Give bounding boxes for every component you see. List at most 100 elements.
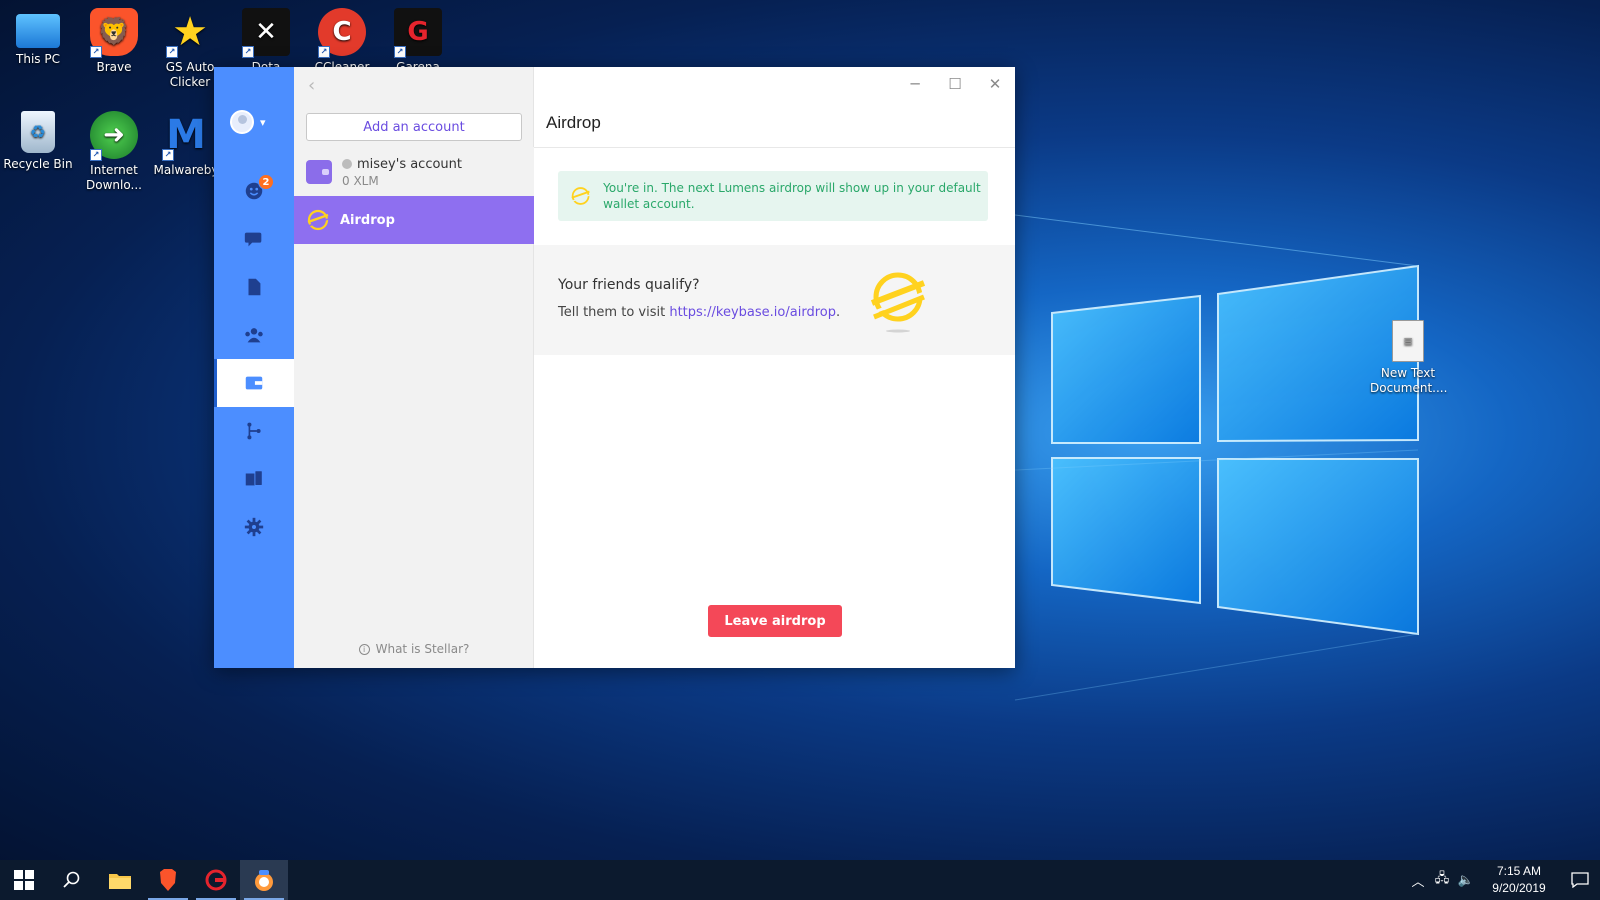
wallet-accounts-panel: ‹ Add an account misey's account 0 XLM A…	[294, 67, 534, 668]
airdrop-status-notice: You're in. The next Lumens airdrop will …	[558, 171, 988, 221]
taskbar-brave[interactable]	[144, 860, 192, 900]
nav-git[interactable]	[214, 407, 294, 455]
account-balance: 0 XLM	[342, 173, 379, 188]
account-name: misey's account	[357, 156, 463, 172]
desktop-icon-label: Malwareby	[153, 163, 219, 177]
keybase-window: ▾ 2 ‹ Add an account misey's account 0 X…	[214, 67, 1015, 668]
download-manager-icon: ➜ ↗	[90, 111, 138, 161]
text-document-icon: ≡	[1392, 320, 1424, 362]
maximize-button[interactable]: ☐	[935, 67, 975, 101]
nav-people[interactable]: 2	[214, 167, 294, 215]
taskbar-keybase[interactable]	[240, 860, 288, 900]
what-is-stellar-label: What is Stellar?	[375, 642, 470, 656]
notification-badge: 2	[258, 174, 274, 190]
start-button[interactable]	[0, 860, 48, 900]
shortcut-arrow-icon: ↗	[394, 46, 406, 58]
nav-wallet[interactable]	[214, 359, 294, 407]
what-is-stellar-link[interactable]: i What is Stellar?	[294, 642, 534, 656]
gear-icon	[244, 517, 264, 537]
notice-text: You're in. The next Lumens airdrop will …	[603, 181, 981, 211]
star-icon: ★ ↗	[166, 8, 214, 58]
chevron-up-icon[interactable]: ︿	[1406, 860, 1430, 900]
desktop-icon-label: Internet Downlo...	[86, 163, 142, 192]
taskbar-file-explorer[interactable]	[96, 860, 144, 900]
shortcut-arrow-icon: ↗	[242, 46, 254, 58]
back-arrow-icon[interactable]: ‹	[308, 75, 315, 96]
keybase-nav-sidebar: ▾ 2	[214, 67, 294, 668]
shortcut-arrow-icon: ↗	[90, 46, 102, 58]
brave-icon: 🦁 ↗	[90, 8, 138, 58]
network-icon[interactable]: 🖧	[1430, 860, 1454, 900]
computer-icon	[16, 14, 60, 48]
shortcut-arrow-icon: ↗	[162, 149, 174, 161]
chevron-down-icon: ▾	[260, 115, 266, 129]
friends-text-prefix: Tell them to visit	[558, 305, 670, 320]
desktop-icon-dota[interactable]: ✕↗ Dota	[228, 8, 304, 75]
desktop-icon-label: This PC	[16, 52, 60, 66]
stellar-logo-icon	[870, 272, 926, 333]
avatar	[230, 110, 254, 134]
airdrop-list-item[interactable]: Airdrop	[294, 196, 534, 244]
clock-time: 7:15 AM	[1496, 864, 1542, 878]
friends-text-suffix: .	[835, 305, 841, 320]
dota-icon: ✕ ↗	[242, 8, 290, 58]
add-account-button[interactable]: Add an account	[306, 113, 522, 141]
recycle-bin-icon: ♻	[21, 111, 55, 153]
friends-text: Tell them to visit https://keybase.io/ai…	[558, 305, 840, 320]
desktop-icon-label: New Text Document....	[1370, 366, 1448, 395]
nav-teams[interactable]	[214, 311, 294, 359]
minimize-button[interactable]: ─	[895, 67, 935, 101]
leave-airdrop-button[interactable]: Leave airdrop	[708, 605, 842, 637]
divider	[534, 147, 1015, 148]
file-icon	[248, 278, 261, 296]
info-icon: i	[358, 643, 370, 655]
window-controls: ─ ☐ ✕	[895, 67, 1015, 101]
wallet-icon	[306, 160, 332, 184]
nav-settings[interactable]	[214, 503, 294, 551]
taskbar: ︿ 🖧 🔈 7:15 AM 9/20/2019	[0, 860, 1600, 900]
desktop-icon-malwarebytes[interactable]: M ↗ Malwareby	[148, 111, 224, 178]
brave-icon	[160, 869, 176, 891]
airdrop-link[interactable]: https://keybase.io/airdrop	[669, 305, 836, 320]
desktop-icon-recycle-bin[interactable]: ♻ Recycle Bin	[0, 111, 76, 172]
action-center-button[interactable]	[1560, 860, 1600, 900]
stellar-icon	[307, 209, 329, 231]
git-branch-icon	[247, 422, 261, 440]
ccleaner-icon: C ↗	[318, 8, 366, 58]
search-icon	[63, 871, 80, 888]
shortcut-arrow-icon: ↗	[90, 149, 102, 161]
stellar-icon	[571, 187, 590, 205]
malwarebytes-icon: M ↗	[162, 111, 210, 161]
taskbar-garena[interactable]	[192, 860, 240, 900]
windows-start-icon	[14, 870, 34, 890]
page-title: Airdrop	[546, 113, 601, 132]
garena-icon: G ↗	[394, 8, 442, 58]
volume-icon[interactable]: 🔈	[1454, 860, 1478, 900]
keybase-icon	[255, 870, 273, 891]
garena-icon	[205, 869, 227, 891]
system-tray: ︿ 🖧 🔈 7:15 AM 9/20/2019	[1406, 860, 1600, 900]
desktop-icon-new-text-document[interactable]: ≡ New Text Document....	[1370, 320, 1448, 396]
chat-icon	[244, 232, 262, 247]
clock-date: 9/20/2019	[1492, 881, 1546, 895]
airdrop-label: Airdrop	[340, 212, 395, 228]
notification-icon	[1571, 872, 1589, 888]
account-list-item[interactable]: misey's account 0 XLM	[294, 147, 534, 197]
search-button[interactable]	[48, 860, 96, 900]
desktop-icon-ccleaner[interactable]: C↗ CCleaner	[304, 8, 380, 75]
nav-chat[interactable]	[214, 215, 294, 263]
nav-devices[interactable]	[214, 455, 294, 503]
shortcut-arrow-icon: ↗	[166, 46, 178, 58]
nav-files[interactable]	[214, 263, 294, 311]
airdrop-main-panel: ─ ☐ ✕ Airdrop You're in. The next Lumens…	[534, 67, 1015, 668]
devices-icon	[245, 470, 263, 486]
folder-icon	[109, 874, 131, 889]
close-button[interactable]: ✕	[975, 67, 1015, 101]
account-switcher[interactable]: ▾	[230, 110, 266, 134]
desktop-icon-garena[interactable]: G↗ Garena	[380, 8, 456, 75]
taskbar-clock[interactable]: 7:15 AM 9/20/2019	[1478, 863, 1560, 897]
desktop-icon-internet-download-manager[interactable]: ➜ ↗ Internet Downlo...	[76, 111, 152, 193]
friends-title: Your friends qualify?	[558, 277, 700, 293]
desktop-icon-brave[interactable]: 🦁 ↗ Brave	[76, 8, 152, 75]
desktop-icon-this-pc[interactable]: This PC	[0, 8, 76, 67]
